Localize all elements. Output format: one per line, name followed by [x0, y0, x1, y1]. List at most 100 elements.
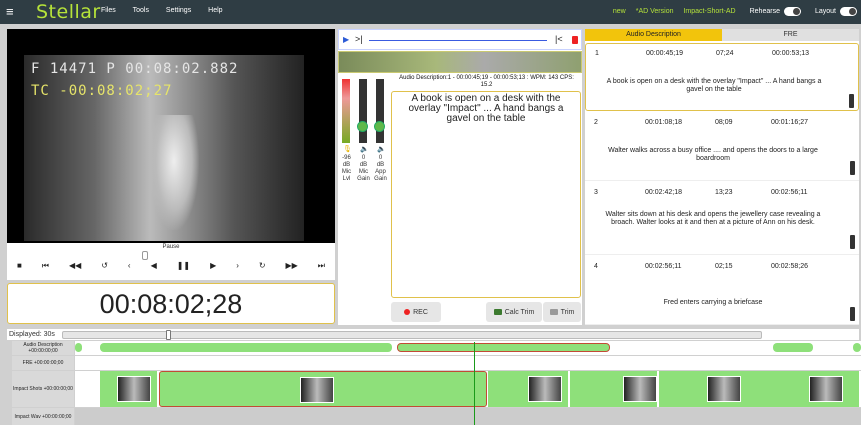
- timeline-scroll-slider[interactable]: [62, 330, 762, 340]
- calc-trim-icon: [493, 309, 502, 315]
- skip-prev-icon[interactable]: |<: [555, 34, 563, 44]
- scrub-handle[interactable]: [142, 251, 148, 260]
- rewind-icon[interactable]: ◀◀: [69, 261, 81, 271]
- track-label-audio-description: Audio Description +00:00:00;00: [12, 341, 74, 355]
- track-audio-description[interactable]: [75, 341, 861, 355]
- track-label-impact-wav: Impact Wav +00:00:00;00: [12, 408, 74, 425]
- cue-scrollbar[interactable]: [849, 94, 854, 108]
- cue-row[interactable]: 1 00:00:45;19 07;24 00:00:53;13 A book is o…: [585, 43, 859, 111]
- thumbnail-strip[interactable]: [338, 51, 582, 73]
- project-name: Impact-Short-AD: [683, 8, 736, 15]
- shot-clip[interactable]: [488, 371, 568, 407]
- cue-text: Walter sits down at his desk and opens t…: [605, 211, 821, 226]
- app-gain-slider[interactable]: [376, 79, 384, 143]
- record-icon: [404, 309, 411, 315]
- mini-waveform-bar[interactable]: ▶ >| |<: [338, 29, 582, 50]
- main-menu: Files Tools Settings Help: [101, 7, 238, 14]
- tab-audio-description[interactable]: Audio Description: [585, 29, 722, 41]
- step-back-icon[interactable]: ‹: [128, 261, 131, 271]
- ad-segment[interactable]: [773, 343, 813, 352]
- top-bar: ≡ Stellar Files Tools Settings Help new …: [0, 0, 861, 24]
- ad-segment[interactable]: [100, 343, 392, 352]
- track-fre[interactable]: [75, 356, 861, 370]
- timeline-zoom-bar: Displayed: 30s: [7, 329, 859, 340]
- stop-icon[interactable]: ■: [17, 261, 22, 271]
- shot-thumbnail: [528, 376, 562, 402]
- audio-description-editor: ▶ >| |< 🎙 🔈 🔈 -96 dB Mic Lvl 0 dB Mic Gain 0 dB…: [338, 29, 582, 325]
- speaker-icon: 🔈: [360, 146, 369, 153]
- trim-button[interactable]: Trim: [543, 302, 581, 322]
- reverse-play-icon[interactable]: ◀: [151, 261, 157, 271]
- ad-text-editor[interactable]: A book is open on a desk with the overla…: [391, 91, 581, 298]
- menu-files[interactable]: Files: [101, 7, 116, 14]
- cue-text: Fred enters carrying a briefcase: [663, 299, 763, 306]
- hamburger-menu-icon[interactable]: ≡: [6, 4, 14, 19]
- fast-forward-icon[interactable]: ▶▶: [286, 261, 298, 271]
- timeline-scroll-handle[interactable]: [166, 330, 171, 340]
- mic-level-label: -96 dB Mic Lvl: [341, 155, 352, 182]
- shot-thumbnail: [809, 376, 843, 402]
- rehearse-label: Rehearse: [749, 8, 780, 15]
- pause-icon[interactable]: ❚❚: [177, 261, 190, 271]
- timeline-playhead[interactable]: [474, 342, 475, 425]
- displayed-duration: Displayed: 30s: [9, 331, 55, 338]
- cue-row[interactable]: 3 00:02:42;18 13;23 00:02:56;11 Walter sits…: [585, 183, 859, 255]
- menu-help[interactable]: Help: [208, 7, 222, 14]
- ad-cue-info: Audio Description:1 - 00:00:45;19 - 00:0…: [399, 75, 574, 88]
- mic-level-meter: [342, 79, 350, 143]
- shot-clip[interactable]: [570, 371, 657, 407]
- trim-icon: [549, 309, 558, 315]
- menu-settings[interactable]: Settings: [166, 7, 191, 14]
- record-small-icon[interactable]: [572, 36, 578, 44]
- menu-tools[interactable]: Tools: [133, 7, 149, 14]
- current-timecode: 00:08:02;28: [7, 283, 335, 324]
- tab-fre[interactable]: FRE: [722, 29, 859, 41]
- shot-thumbnail: [300, 377, 334, 403]
- mic-icon: 🎙: [343, 146, 352, 153]
- video-player[interactable]: F 14471 P 00:08:02.882 TC -00:08:02;27: [7, 29, 335, 243]
- status-new: new: [612, 8, 626, 15]
- layout-toggle[interactable]: [840, 7, 857, 16]
- forward-skip-icon[interactable]: ↻: [259, 261, 266, 271]
- shot-thumbnail: [117, 376, 151, 402]
- mic-gain-slider[interactable]: [359, 79, 367, 143]
- ad-segment[interactable]: [853, 343, 861, 352]
- ad-version-label: *AD Version: [635, 8, 674, 15]
- shot-clip[interactable]: [100, 371, 157, 407]
- cue-row[interactable]: 2 00:01:08;18 08;09 00:01:16;27 Walter walk…: [585, 113, 859, 181]
- mic-gain-label: 0 dB Mic Gain: [357, 155, 370, 182]
- replay-icon[interactable]: ↺: [101, 261, 108, 271]
- app-gain-knob[interactable]: [374, 121, 385, 132]
- burned-in-frame-counter: F 14471 P 00:08:02.882: [31, 61, 239, 77]
- play-small-icon[interactable]: ▶: [343, 35, 349, 44]
- cue-text: A book is open on a desk with the overla…: [606, 78, 822, 93]
- ad-segment[interactable]: [75, 343, 82, 352]
- cue-list-panel: Audio Description FRE 1 00:00:45;19 07;24 0…: [585, 29, 859, 325]
- track-impact-wav[interactable]: [75, 408, 861, 425]
- layout-label: Layout: [814, 8, 836, 15]
- cue-text: Walter walks across a busy office .... a…: [608, 147, 818, 162]
- skip-start-icon[interactable]: ⏮: [42, 261, 49, 271]
- cue-row[interactable]: 4 00:02:56;11 02;15 00:02:58;26 Fred enters…: [585, 257, 859, 325]
- record-button[interactable]: REC: [391, 302, 441, 322]
- burned-in-timecode: TC -00:08:02;27: [31, 83, 173, 99]
- calc-trim-button[interactable]: Calc Trim: [486, 302, 542, 322]
- mic-gain-knob[interactable]: [357, 121, 368, 132]
- skip-next-icon[interactable]: >|: [355, 34, 363, 44]
- ad-segment-selected[interactable]: [397, 343, 610, 352]
- rehearse-toggle[interactable]: [783, 7, 801, 16]
- shot-clip[interactable]: [659, 371, 859, 407]
- shot-thumbnail: [623, 376, 657, 402]
- skip-end-icon[interactable]: ⏭: [318, 261, 325, 271]
- shot-clip-selected[interactable]: [159, 371, 487, 407]
- cue-scrollbar[interactable]: [850, 307, 855, 321]
- cue-scrollbar[interactable]: [850, 235, 855, 249]
- brand-logo: Stellar: [36, 1, 101, 23]
- step-forward-icon[interactable]: ›: [236, 261, 239, 271]
- play-icon[interactable]: ▶: [210, 261, 216, 271]
- cue-scrollbar[interactable]: [850, 161, 855, 175]
- transport-controls: Pause ■ ⏮ ◀◀ ↺ ‹ ◀ ❚❚ ▶ › ↻ ▶▶ ⏭: [7, 243, 335, 280]
- track-impact-shots[interactable]: [75, 371, 861, 407]
- audio-meters: 🎙 🔈 🔈 -96 dB Mic Lvl 0 dB Mic Gain 0 dB App Gain: [338, 75, 390, 225]
- top-right-status: new *AD Version Impact-Short-AD Rehearse…: [603, 7, 857, 16]
